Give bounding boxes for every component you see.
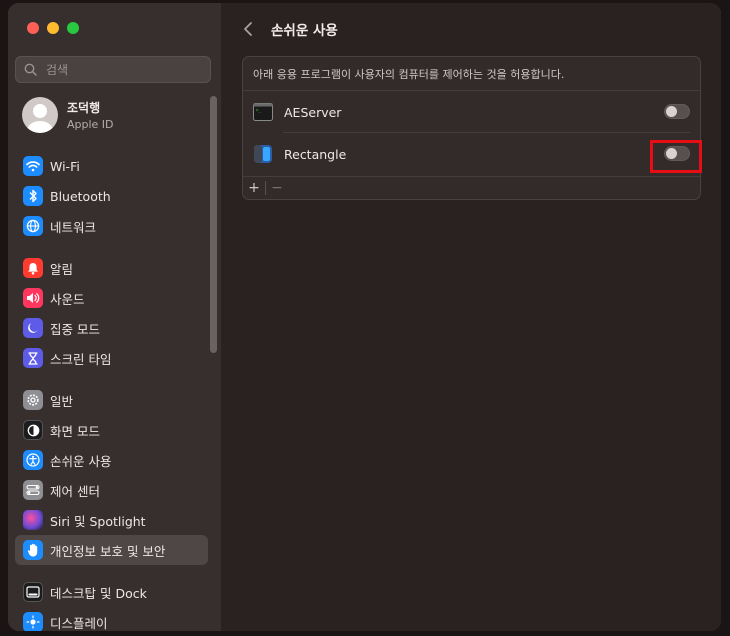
sidebar-item-label: 네트워크 (50, 219, 97, 235)
sidebar-item-label: 개인정보 보호 및 보안 (50, 543, 166, 559)
sidebar-item-privacy-security[interactable]: 개인정보 보호 및 보안 (15, 535, 208, 565)
gear-icon (23, 390, 43, 410)
panel-description: 아래 응용 프로그램이 사용자의 컴퓨터를 제어하는 것을 허용합니다. (243, 57, 700, 91)
sidebar: 조덕행 Apple ID Wi-Fi Bluetooth (8, 3, 222, 631)
zoom-button[interactable] (67, 22, 79, 34)
sidebar-item-appearance[interactable]: 화면 모드 (15, 415, 208, 445)
appearance-icon (23, 420, 43, 440)
app-name: AEServer (284, 104, 342, 120)
hourglass-icon (23, 348, 43, 368)
sidebar-item-network[interactable]: 네트워크 (15, 211, 208, 241)
sidebar-item-general[interactable]: 일반 (15, 385, 208, 415)
app-name: Rectangle (284, 146, 347, 162)
sidebar-item-label: 집중 모드 (50, 321, 100, 337)
sidebar-item-label: 스크린 타임 (50, 351, 112, 367)
sidebar-item-screen-time[interactable]: 스크린 타임 (15, 343, 208, 373)
sidebar-item-focus[interactable]: 집중 모드 (15, 313, 208, 343)
bluetooth-icon (23, 186, 43, 206)
sidebar-item-label: Bluetooth (50, 188, 111, 204)
page-title: 손쉬운 사용 (271, 23, 338, 39)
sidebar-item-label: 데스크탑 및 Dock (50, 585, 147, 601)
sidebar-item-label: Siri 및 Spotlight (50, 513, 146, 529)
sidebar-item-label: Wi-Fi (50, 158, 80, 174)
sidebar-item-siri-spotlight[interactable]: Siri 및 Spotlight (15, 505, 208, 535)
control-center-icon (23, 480, 43, 500)
speaker-icon (23, 288, 43, 308)
app-row-rectangle: Rectangle (243, 133, 700, 175)
profile-name: 조덕행 (67, 101, 101, 115)
sidebar-item-label: 사운드 (50, 291, 85, 307)
sidebar-item-control-center[interactable]: 제어 센터 (15, 475, 208, 505)
sidebar-item-sound[interactable]: 사운드 (15, 283, 208, 313)
window-controls (27, 22, 79, 34)
sidebar-item-accessibility[interactable]: 손쉬운 사용 (15, 445, 208, 475)
dock-icon (23, 582, 43, 602)
close-button[interactable] (27, 22, 39, 34)
wifi-icon (23, 156, 43, 176)
rectangle-app-icon (253, 144, 273, 164)
remove-app-button[interactable]: − (266, 177, 288, 199)
sidebar-item-displays[interactable]: 디스플레이 (15, 607, 208, 631)
sidebar-item-label: 디스플레이 (50, 615, 108, 631)
search-icon (24, 63, 38, 77)
display-icon (23, 612, 43, 631)
profile-subtitle: Apple ID (67, 118, 114, 131)
terminal-app-icon: >_ (253, 102, 273, 122)
siri-icon (23, 510, 43, 530)
panel-footer: + − (243, 176, 700, 199)
avatar (22, 97, 58, 133)
bell-icon (23, 258, 43, 278)
accessibility-apps-panel: 아래 응용 프로그램이 사용자의 컴퓨터를 제어하는 것을 허용합니다. >_ … (242, 56, 701, 200)
sidebar-item-desktop-dock[interactable]: 데스크탑 및 Dock (15, 577, 208, 607)
hand-icon (23, 540, 43, 560)
sidebar-item-label: 일반 (50, 393, 74, 409)
app-row-aeserver: >_ AEServer (243, 91, 700, 133)
sidebar-item-wifi[interactable]: Wi-Fi (15, 151, 208, 181)
sidebar-item-label: 알림 (50, 261, 74, 277)
search-field[interactable] (15, 56, 211, 83)
accessibility-icon (23, 450, 43, 470)
sidebar-item-notifications[interactable]: 알림 (15, 253, 208, 283)
minimize-button[interactable] (47, 22, 59, 34)
sidebar-scrollbar[interactable] (210, 96, 217, 353)
rectangle-toggle[interactable] (664, 146, 690, 161)
main-pane: 손쉬운 사용 아래 응용 프로그램이 사용자의 컴퓨터를 제어하는 것을 허용합… (221, 3, 721, 631)
sidebar-nav: Wi-Fi Bluetooth 네트워크 알림 사운드 집중 모드 스크린 타임… (15, 151, 208, 631)
sidebar-item-bluetooth[interactable]: Bluetooth (15, 181, 208, 211)
globe-icon (23, 216, 43, 236)
back-chevron-icon[interactable] (243, 20, 259, 38)
search-input[interactable] (44, 61, 208, 78)
svg-text:>_: >_ (256, 108, 261, 113)
aeserver-toggle[interactable] (664, 104, 690, 119)
apple-id-profile[interactable]: 조덕행 Apple ID (22, 97, 114, 133)
moon-icon (23, 318, 43, 338)
sidebar-item-label: 제어 센터 (50, 483, 100, 499)
settings-window: 조덕행 Apple ID Wi-Fi Bluetooth (8, 3, 721, 631)
sidebar-item-label: 화면 모드 (50, 423, 100, 439)
main-header: 손쉬운 사용 (221, 3, 721, 55)
sidebar-item-label: 손쉬운 사용 (50, 453, 112, 469)
add-app-button[interactable]: + (243, 177, 265, 199)
